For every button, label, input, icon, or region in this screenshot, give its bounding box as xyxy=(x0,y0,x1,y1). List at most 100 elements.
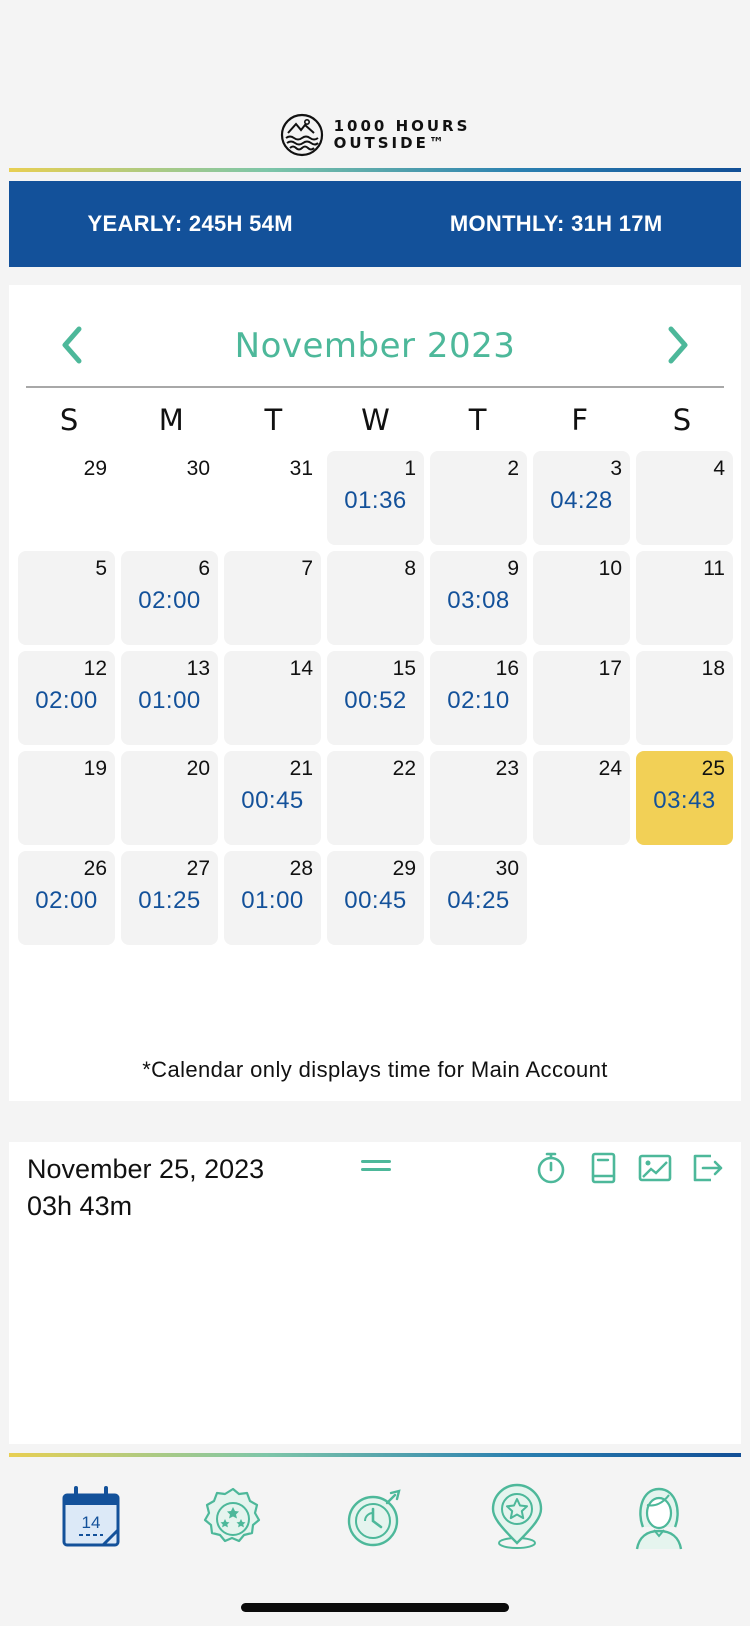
detail-date: November 25, 2023 xyxy=(27,1154,265,1184)
tab-bar: 14 xyxy=(0,1472,750,1562)
weekday-label: T xyxy=(264,403,283,437)
weekday-label: W xyxy=(361,403,390,437)
calendar-day[interactable]: 31 xyxy=(224,451,321,545)
calendar-day[interactable]: 23 xyxy=(430,751,527,845)
day-number: 11 xyxy=(703,557,725,580)
calendar-note: *Calendar only displays time for Main Ac… xyxy=(142,1057,608,1082)
calendar-day[interactable]: 24 xyxy=(533,751,630,845)
day-hours: 00:45 xyxy=(344,887,407,914)
calendar-day[interactable]: 21 00:45 xyxy=(224,751,321,845)
day-hours: 00:52 xyxy=(344,687,407,714)
photo-icon[interactable] xyxy=(637,1150,673,1186)
day-number: 30 xyxy=(495,857,519,880)
calendar-tab-badge: 14 xyxy=(82,1513,101,1532)
calendar-day[interactable]: 29 00:45 xyxy=(327,851,424,945)
day-number: 27 xyxy=(186,857,210,880)
calendar-day[interactable]: 9 03:08 xyxy=(430,551,527,645)
logo-mark-icon xyxy=(280,113,323,157)
timer-icon[interactable] xyxy=(533,1150,569,1186)
tab-profile[interactable] xyxy=(626,1482,692,1552)
calendar-day[interactable]: 11 xyxy=(636,551,733,645)
day-number: 12 xyxy=(83,657,107,680)
day-number: 23 xyxy=(495,757,519,780)
day-hours: 01:36 xyxy=(344,487,407,514)
calendar-day[interactable]: 2 xyxy=(430,451,527,545)
header-divider xyxy=(9,168,741,172)
calendar-day[interactable]: 18 xyxy=(636,651,733,745)
next-month-button[interactable] xyxy=(659,322,699,368)
calendar-day[interactable]: 16 02:10 xyxy=(430,651,527,745)
tabbar-divider xyxy=(9,1453,741,1457)
calendar-day[interactable]: 14 xyxy=(224,651,321,745)
totals-banner: YEARLY: 245H 54M MONTHLY: 31H 17M xyxy=(9,181,741,267)
calendar-day[interactable]: 10 xyxy=(533,551,630,645)
monthly-total: MONTHLY: 31H 17M xyxy=(449,211,663,236)
day-number: 10 xyxy=(598,557,622,580)
calendar-card: November 2023 S M T W T F S 29 30 31 1 01:36… xyxy=(9,285,741,1101)
detail-hours: 03h 43m xyxy=(27,1191,133,1221)
day-number: 17 xyxy=(598,657,622,680)
calendar-day[interactable]: 30 xyxy=(121,451,218,545)
calendar-grid: 29 30 31 1 01:36 2 3 04:28 4 5 6 02:00 7 8 9 03:08 10 11 1… xyxy=(18,451,733,945)
tab-timer[interactable] xyxy=(342,1482,408,1552)
calendar-day[interactable]: 29 xyxy=(18,451,115,545)
calendar-day[interactable]: 17 xyxy=(533,651,630,745)
day-number: 3 xyxy=(610,457,622,480)
calendar-day[interactable]: 8 xyxy=(327,551,424,645)
calendar-day[interactable]: 7 xyxy=(224,551,321,645)
day-number: 20 xyxy=(186,757,210,780)
day-number: 26 xyxy=(83,857,107,880)
calendar-day[interactable]: 26 02:00 xyxy=(18,851,115,945)
calendar-day[interactable]: 5 xyxy=(18,551,115,645)
logo-line-1: 1000 HOURS xyxy=(333,117,471,135)
calendar-day[interactable]: 22 xyxy=(327,751,424,845)
day-hours: 02:00 xyxy=(138,587,201,614)
calendar-day[interactable]: 3 04:28 xyxy=(533,451,630,545)
calendar-header: November 2023 xyxy=(9,320,741,370)
day-hours: 04:25 xyxy=(447,887,510,914)
calendar-day[interactable]: 13 01:00 xyxy=(121,651,218,745)
calendar-day[interactable]: 27 01:25 xyxy=(121,851,218,945)
day-hours: 01:25 xyxy=(138,887,201,914)
calendar-day[interactable]: 28 01:00 xyxy=(224,851,321,945)
day-number: 6 xyxy=(198,557,210,580)
calendar-day[interactable]: 20 xyxy=(121,751,218,845)
day-hours: 03:08 xyxy=(447,587,510,614)
calendar-icon: 14 xyxy=(62,1486,120,1547)
calendar-divider xyxy=(26,386,724,388)
home-indicator[interactable] xyxy=(241,1603,509,1612)
calendar-empty-cell xyxy=(636,851,733,945)
detail-actions xyxy=(533,1150,725,1186)
day-number: 16 xyxy=(495,657,519,680)
day-number: 5 xyxy=(95,557,107,580)
calendar-day[interactable]: 30 04:25 xyxy=(430,851,527,945)
day-number: 13 xyxy=(186,657,210,680)
tab-badges[interactable] xyxy=(200,1482,266,1552)
calendar-day[interactable]: 4 xyxy=(636,451,733,545)
tab-places[interactable] xyxy=(484,1482,550,1552)
app-logo: 1000 HOURS OUTSIDE™ xyxy=(0,112,750,158)
day-number: 7 xyxy=(301,557,313,580)
day-number: 25 xyxy=(701,757,725,780)
day-detail-card: November 25, 2023 03h 43m xyxy=(9,1142,741,1444)
day-hours: 02:10 xyxy=(447,687,510,714)
day-number: 2 xyxy=(507,457,519,480)
day-number: 8 xyxy=(404,557,416,580)
journal-icon[interactable] xyxy=(585,1150,621,1186)
weekday-header-row: S M T W T F S xyxy=(18,403,733,443)
day-number: 14 xyxy=(289,657,313,680)
location-star-icon xyxy=(491,1483,543,1549)
day-hours: 04:28 xyxy=(550,487,613,514)
tab-calendar[interactable]: 14 xyxy=(58,1482,124,1552)
profile-avatar-icon xyxy=(635,1487,683,1550)
day-hours: 01:00 xyxy=(241,887,304,914)
calendar-day[interactable]: 6 02:00 xyxy=(121,551,218,645)
export-icon[interactable] xyxy=(689,1150,725,1186)
drag-handle-icon[interactable] xyxy=(361,1160,391,1174)
calendar-day[interactable]: 15 00:52 xyxy=(327,651,424,745)
day-number: 21 xyxy=(289,757,313,780)
calendar-day[interactable]: 19 xyxy=(18,751,115,845)
calendar-day[interactable]: 1 01:36 xyxy=(327,451,424,545)
calendar-day-selected[interactable]: 25 03:43 xyxy=(636,751,733,845)
calendar-day[interactable]: 12 02:00 xyxy=(18,651,115,745)
